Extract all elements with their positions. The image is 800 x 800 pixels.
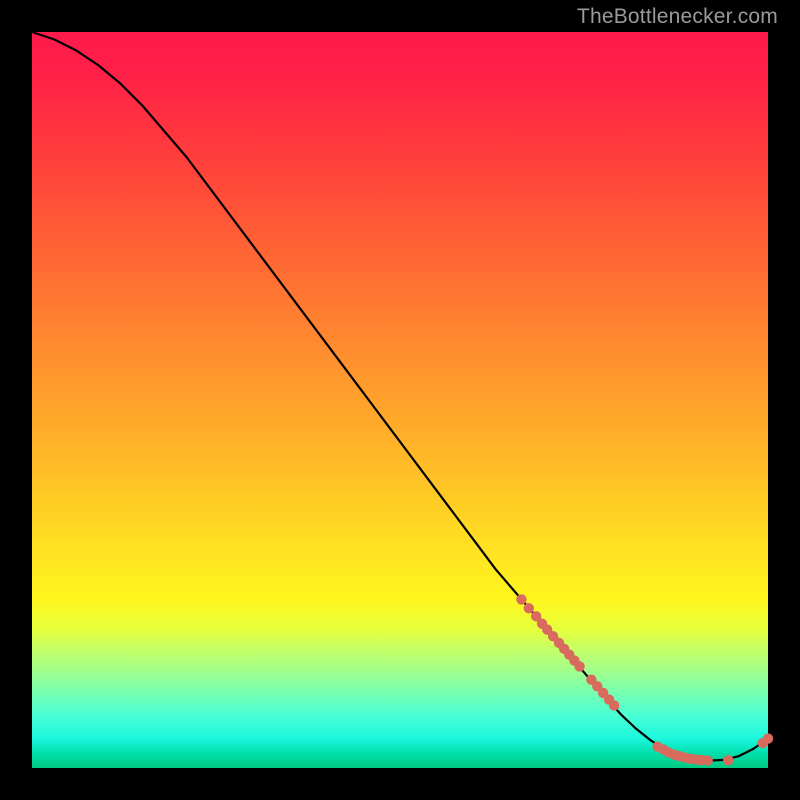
plot-gradient-area (32, 32, 768, 768)
attribution-text: TheBottlenecker.com (577, 5, 778, 29)
chart-container: TheBottlenecker.com (0, 0, 800, 800)
